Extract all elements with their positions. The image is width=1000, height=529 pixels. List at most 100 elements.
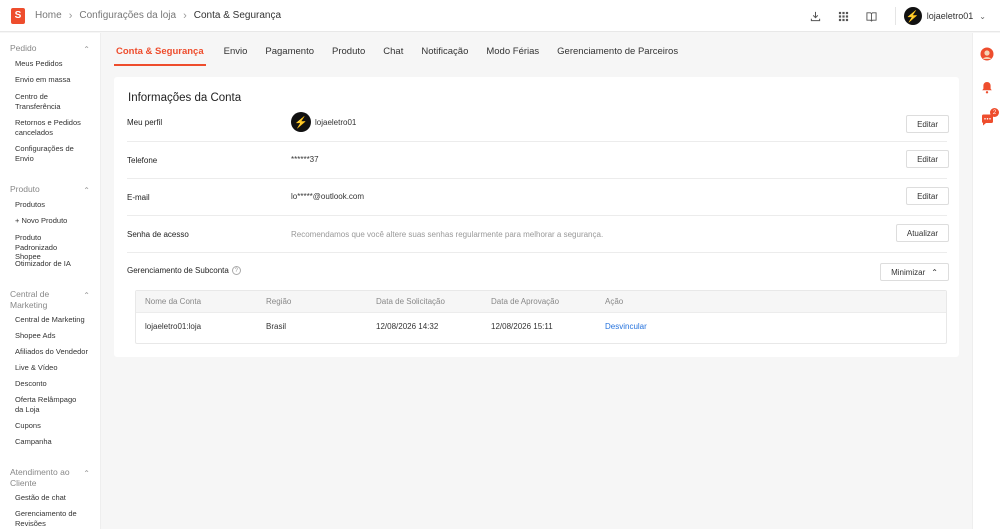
- table-header: Nome da Conta Região Data de Solicitação…: [136, 291, 946, 313]
- profile-value: ⚡ lojaeletro01: [291, 112, 356, 132]
- sidebar-group-atendimento[interactable]: Atendimento ao Cliente ⌃: [0, 467, 100, 489]
- avatar: ⚡: [291, 112, 311, 132]
- column-header-approved: Data de Aprovação: [491, 297, 560, 306]
- sidebar-item-meus-pedidos[interactable]: Meus Pedidos: [0, 59, 71, 69]
- profile-label: Meu perfil: [127, 118, 163, 127]
- breadcrumb-store-settings[interactable]: Configurações da loja: [79, 10, 176, 21]
- chevron-down-icon: ⌄: [979, 11, 986, 21]
- sidebar-item-envio-em-massa[interactable]: Envio em massa: [0, 75, 78, 85]
- cell-region: Brasil: [266, 322, 287, 331]
- sidebar-item-desconto[interactable]: Desconto: [0, 379, 55, 389]
- profile-row: Meu perfil ⚡ lojaeletro01 Editar: [127, 109, 949, 142]
- chevron-up-icon: ⌃: [83, 291, 90, 300]
- minimize-label: Minimizar: [891, 267, 926, 277]
- unlink-button[interactable]: Desvincular: [605, 313, 647, 341]
- sidebar-item-campanha[interactable]: Campanha: [0, 437, 60, 447]
- tab-modo-ferias[interactable]: Modo Férias: [486, 40, 539, 66]
- sidebar-group-title: Produto: [10, 184, 40, 194]
- edit-phone-button[interactable]: Editar: [906, 150, 949, 168]
- settings-tabs: Conta & Segurança Envio Pagamento Produt…: [114, 40, 696, 66]
- user-menu[interactable]: ⚡ lojaeletro01 ⌄: [903, 7, 986, 25]
- chevron-up-icon: ⌃: [83, 186, 90, 195]
- username: lojaeletro01: [926, 11, 974, 21]
- phone-value: ******37: [291, 155, 319, 164]
- password-row: Senha de acesso Recomendamos que você al…: [127, 216, 949, 253]
- chat-icon[interactable]: 2: [980, 108, 999, 127]
- sidebar-item-novo-produto[interactable]: + Novo Produto: [0, 216, 75, 226]
- column-header-action: Ação: [605, 297, 624, 306]
- tab-notificacao[interactable]: Notificação: [421, 40, 468, 66]
- subaccount-row: Gerenciamento de Subconta ? Minimizar ⌃: [127, 253, 949, 289]
- sidebar-group-marketing[interactable]: Central de Marketing ⌃: [0, 289, 100, 311]
- subaccount-table: Nome da Conta Região Data de Solicitação…: [135, 290, 947, 344]
- column-header-name: Nome da Conta: [145, 297, 202, 306]
- sidebar: Pedido ⌃ Meus Pedidos Envio em massa Cen…: [0, 33, 101, 529]
- chevron-up-icon: ⌃: [83, 469, 90, 478]
- divider: [894, 7, 896, 25]
- edit-profile-button[interactable]: Editar: [906, 115, 949, 133]
- chevron-up-icon: ⌃: [931, 267, 938, 277]
- sidebar-group-produto[interactable]: Produto ⌃: [0, 184, 100, 196]
- book-icon[interactable]: [865, 9, 879, 23]
- avatar: ⚡: [903, 7, 922, 25]
- email-row: E-mail lo*****@outlook.com Editar: [127, 179, 949, 216]
- top-bar: S Home › Configurações da loja › Conta &…: [0, 0, 1000, 32]
- account-info-card: Informações da Conta Meu perfil ⚡ lojael…: [114, 77, 959, 357]
- sidebar-group-title: Atendimento ao Cliente: [10, 467, 70, 488]
- tab-envio[interactable]: Envio: [224, 40, 248, 66]
- tab-pagamento[interactable]: Pagamento: [265, 40, 314, 66]
- breadcrumb-current: Conta & Segurança: [193, 10, 282, 21]
- sidebar-item-central-marketing[interactable]: Central de Marketing: [0, 315, 93, 325]
- download-icon[interactable]: [809, 9, 823, 23]
- minimize-button[interactable]: Minimizar ⌃: [880, 263, 949, 281]
- cell-requested: 12/08/2026 14:32: [376, 322, 439, 331]
- sidebar-item-otimizador-ia[interactable]: Otimizador de IA: [0, 259, 79, 269]
- sidebar-item-cupons[interactable]: Cupons: [0, 421, 49, 431]
- tab-parceiros[interactable]: Gerenciamento de Parceiros: [557, 40, 678, 66]
- assistant-avatar-icon[interactable]: [980, 47, 994, 61]
- tab-conta-seguranca[interactable]: Conta & Segurança: [114, 40, 206, 66]
- sidebar-item-shopee-ads[interactable]: Shopee Ads: [0, 331, 63, 341]
- phone-row: Telefone ******37 Editar: [127, 142, 949, 179]
- help-icon[interactable]: ?: [231, 266, 241, 275]
- page-title: Informações da Conta: [128, 92, 242, 104]
- sidebar-item-config-envio[interactable]: Configurações de Envio: [0, 144, 90, 163]
- edit-email-button[interactable]: Editar: [906, 187, 949, 205]
- email-label: E-mail: [127, 193, 150, 202]
- sidebar-item-live-video[interactable]: Live & Vídeo: [0, 363, 66, 373]
- sidebar-item-oferta-relampago[interactable]: Oferta Relâmpago da Loja: [0, 395, 90, 414]
- subaccount-label-text: Gerenciamento de Subconta: [127, 266, 229, 275]
- chevron-right-icon: ›: [183, 9, 187, 22]
- column-header-requested: Data de Solicitação: [376, 297, 445, 306]
- phone-label: Telefone: [127, 156, 158, 165]
- sidebar-item-retornos[interactable]: Retornos e Pedidos cancelados: [0, 118, 90, 137]
- chevron-up-icon: ⌃: [83, 45, 90, 54]
- sidebar-item-centro-transferencia[interactable]: Centro de Transferência: [0, 92, 90, 111]
- breadcrumb: Home › Configurações da loja › Conta & S…: [35, 10, 281, 22]
- shopee-logo[interactable]: S: [11, 7, 25, 24]
- sidebar-group-pedido[interactable]: Pedido ⌃: [0, 43, 100, 55]
- password-label: Senha de acesso: [127, 230, 189, 239]
- breadcrumb-home[interactable]: Home: [35, 10, 62, 21]
- update-password-button[interactable]: Atualizar: [895, 224, 949, 242]
- tab-chat[interactable]: Chat: [383, 40, 403, 66]
- cell-approved: 12/08/2026 15:11: [491, 322, 553, 331]
- column-header-region: Região: [266, 297, 292, 306]
- sidebar-group-title: Central de Marketing: [10, 289, 50, 310]
- table-row: lojaeletro01:loja Brasil 12/08/2026 14:3…: [136, 313, 946, 343]
- sidebar-item-revisoes[interactable]: Gerenciamento de Revisões: [0, 509, 90, 528]
- sidebar-item-afiliados[interactable]: Afiliados do Vendedor: [0, 347, 96, 357]
- sidebar-item-produto-padronizado[interactable]: Produto Padronizado Shopee: [0, 233, 90, 262]
- password-hint: Recomendamos que você altere suas senhas…: [291, 230, 604, 239]
- sidebar-group-title: Pedido: [10, 43, 37, 53]
- bell-icon[interactable]: [980, 80, 994, 94]
- sidebar-item-produtos[interactable]: Produtos: [0, 200, 53, 210]
- tab-produto[interactable]: Produto: [332, 40, 365, 66]
- right-rail: 2: [972, 33, 1000, 529]
- chat-badge: 2: [990, 108, 999, 117]
- sidebar-item-gestao-chat[interactable]: Gestão de chat: [0, 493, 74, 503]
- apps-grid-icon[interactable]: [837, 9, 851, 23]
- chevron-right-icon: ›: [68, 9, 73, 22]
- cell-name: lojaeletro01:loja: [145, 322, 202, 331]
- subaccount-label: Gerenciamento de Subconta ?: [127, 266, 241, 275]
